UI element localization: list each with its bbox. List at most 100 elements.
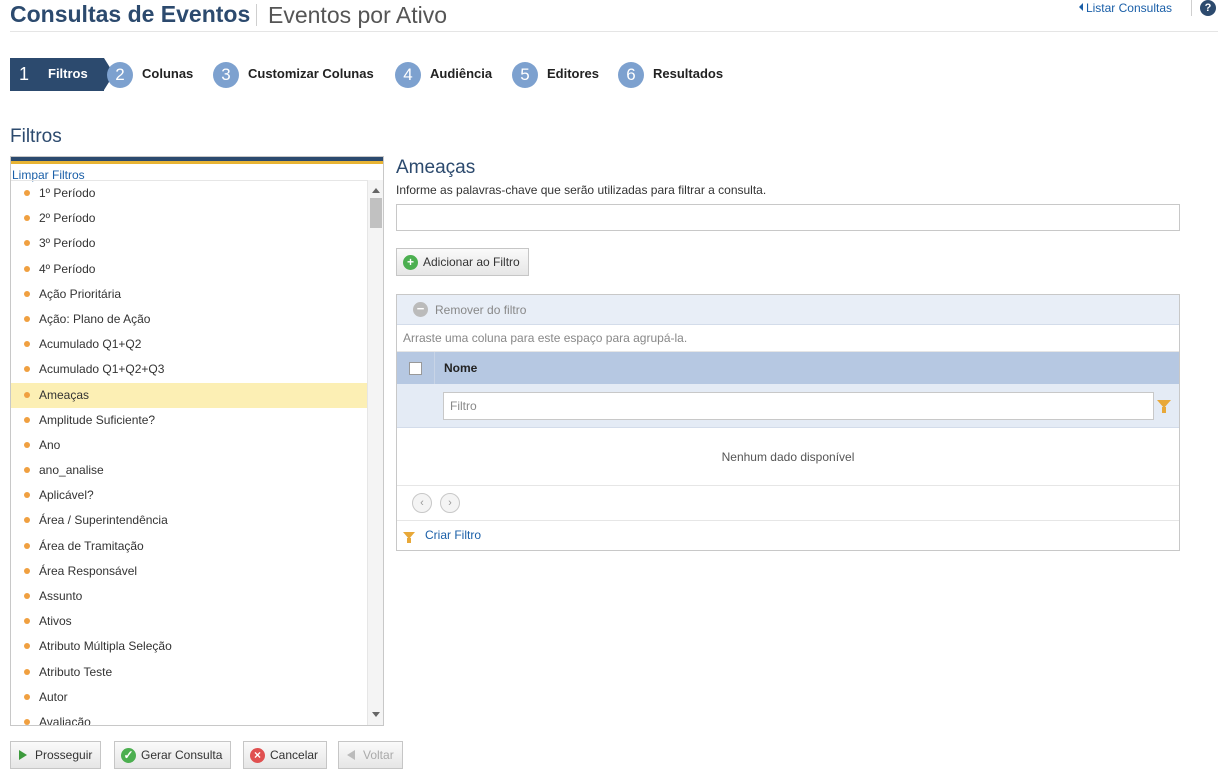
- list-item[interactable]: Amplitude Suficiente?: [11, 408, 367, 433]
- create-filter-link[interactable]: Criar Filtro: [425, 528, 481, 542]
- step-label: Colunas: [142, 66, 194, 81]
- generate-query-button[interactable]: ✓ Gerar Consulta: [114, 741, 232, 769]
- list-item[interactable]: ano_analise: [11, 458, 367, 483]
- scroll-thumb[interactable]: [370, 198, 382, 228]
- step-number: 6: [618, 62, 644, 88]
- list-item[interactable]: Atributo Múltipla Seleção: [11, 634, 367, 659]
- step-number: 4: [395, 62, 421, 88]
- list-item[interactable]: Acumulado Q1+Q2: [11, 332, 367, 357]
- list-item-label: Avaliação: [39, 714, 91, 725]
- step-number: 1: [19, 64, 30, 84]
- list-item[interactable]: Autor: [11, 685, 367, 710]
- list-item-label: Acumulado Q1+Q2: [39, 337, 142, 352]
- list-queries-link[interactable]: Listar Consultas: [1078, 1, 1172, 15]
- scroll-up-icon[interactable]: [372, 188, 380, 193]
- bullet-icon: [24, 215, 30, 222]
- list-item[interactable]: Ano: [11, 433, 367, 458]
- list-item[interactable]: Área de Tramitação: [11, 534, 367, 559]
- section-title: Filtros: [10, 126, 62, 147]
- list-item-label: 1º Período: [39, 186, 96, 200]
- list-item[interactable]: Área Responsável: [11, 559, 367, 584]
- list-item[interactable]: Ativos: [11, 609, 367, 634]
- list-item[interactable]: Aplicável?: [11, 483, 367, 508]
- bullet-icon: [24, 315, 30, 322]
- list-item[interactable]: Assunto: [11, 584, 367, 609]
- bullet-icon: [24, 492, 30, 499]
- list-item-label: Ameaças: [39, 387, 90, 402]
- cancel-label: Cancelar: [270, 748, 319, 762]
- list-item[interactable]: 3º Período: [11, 231, 367, 256]
- list-item[interactable]: Acumulado Q1+Q2+Q3: [11, 357, 367, 382]
- list-item[interactable]: 2º Período: [11, 206, 367, 231]
- attribute-list-panel: Limpar Filtros 1º Período 2º Período 3º Pe…: [10, 156, 384, 726]
- step-label: Customizar Colunas: [248, 66, 374, 81]
- page-header: Consultas de Eventos Eventos por Ativo L…: [10, 0, 1218, 32]
- filter-title: Ameaças: [396, 157, 476, 178]
- bullet-icon: [24, 240, 30, 247]
- step-filtros[interactable]: 1 Filtros: [10, 58, 114, 91]
- scroll-down-icon[interactable]: [372, 712, 380, 717]
- bullet-icon: [24, 416, 30, 423]
- list-item-label: Ano: [39, 437, 61, 452]
- bullet-icon: [24, 190, 30, 196]
- next-page-icon[interactable]: ›: [440, 493, 460, 513]
- list-item-label: Assunto: [39, 589, 83, 603]
- bullet-icon: [24, 643, 30, 650]
- bullet-icon: [24, 341, 30, 348]
- page-subtitle: Eventos por Ativo: [268, 2, 447, 28]
- column-header-nome[interactable]: Nome: [435, 361, 477, 375]
- arrow-left-icon: [347, 750, 355, 760]
- bullet-icon: [24, 693, 30, 700]
- step-label: Audiência: [430, 66, 493, 81]
- list-item[interactable]: Atributo Teste: [11, 660, 367, 685]
- bullet-icon: [24, 593, 30, 599]
- step-label: Editores: [547, 66, 600, 81]
- list-item-label: Área / Superintendência: [39, 513, 168, 528]
- prev-page-icon[interactable]: ‹: [412, 493, 432, 513]
- list-item[interactable]: Ação Prioritária: [11, 282, 367, 307]
- step-number: 3: [213, 62, 239, 88]
- list-item[interactable]: Ação: Plano de Ação: [11, 307, 367, 332]
- list-item-label: Amplitude Suficiente?: [39, 412, 156, 427]
- bullet-icon: [24, 290, 30, 297]
- list-scrollbar[interactable]: [367, 180, 383, 725]
- check-circle-icon: ✓: [121, 747, 136, 763]
- bullet-icon: [24, 542, 30, 549]
- remove-from-filter-button[interactable]: Remover do filtro: [435, 303, 526, 317]
- list-item[interactable]: 1º Período: [11, 181, 367, 206]
- step-label: Filtros: [48, 66, 88, 81]
- list-item-label: Ação: Plano de Ação: [39, 311, 151, 326]
- list-item[interactable]: Ameaças: [11, 382, 367, 408]
- add-to-filter-button[interactable]: + Adicionar ao Filtro: [396, 248, 529, 276]
- list-item-label: Área Responsável: [39, 563, 138, 578]
- filter-description: Informe as palavras-chave que serão util…: [396, 183, 767, 197]
- keyword-input[interactable]: [396, 204, 1180, 231]
- list-item-label: Aplicável?: [39, 488, 94, 503]
- step-label: Resultados: [653, 66, 724, 81]
- bullet-icon: [24, 391, 30, 398]
- help-icon[interactable]: ?: [1200, 0, 1216, 16]
- bullet-icon: [24, 618, 30, 625]
- list-item-label: Ativos: [39, 614, 72, 629]
- list-item-label: 2º Período: [39, 211, 96, 226]
- step-number: 2: [107, 62, 133, 88]
- list-item-label: ano_analise: [39, 463, 104, 478]
- list-item[interactable]: 4º Período: [11, 257, 367, 282]
- list-item-label: Ação Prioritária: [39, 286, 122, 301]
- grid-filter-input[interactable]: [443, 392, 1154, 420]
- proceed-button[interactable]: Prosseguir: [10, 741, 102, 769]
- cancel-button[interactable]: × Cancelar: [243, 741, 328, 769]
- list-item-label: Atributo Múltipla Seleção: [39, 639, 172, 654]
- funnel-icon[interactable]: [1157, 400, 1171, 413]
- grid-filter-row: [397, 384, 1179, 428]
- page-title: Consultas de Eventos: [10, 1, 251, 27]
- back-button[interactable]: Voltar: [338, 741, 403, 769]
- list-queries-label: Listar Consultas: [1085, 1, 1172, 15]
- wizard-steps: 1 Filtros 2 Colunas 3 Customizar Colunas…: [10, 58, 910, 92]
- list-item[interactable]: Área / Superintendência: [11, 508, 367, 533]
- group-drop-area[interactable]: Arraste uma coluna para este espaço para…: [397, 325, 1179, 352]
- list-item[interactable]: Avaliação: [11, 710, 367, 725]
- empty-message: Nenhum dado disponível: [397, 428, 1179, 486]
- minus-circle-icon: −: [413, 302, 428, 317]
- select-all-checkbox[interactable]: [409, 361, 422, 375]
